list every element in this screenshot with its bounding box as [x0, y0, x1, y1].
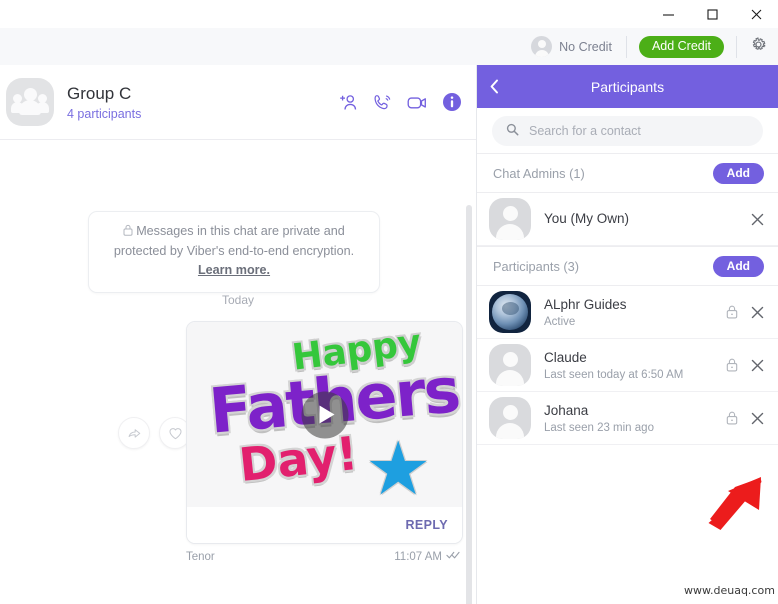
message-meta: Tenor 11:07 AM	[186, 550, 461, 563]
search-input[interactable]: Search for a contact	[492, 115, 763, 146]
section-header-participants: Participants (3) Add	[477, 246, 778, 286]
learn-more-link[interactable]: Learn more.	[198, 263, 270, 277]
maximize-button[interactable]	[690, 0, 734, 28]
participant-info: You (My Own)	[544, 210, 751, 228]
info-icon[interactable]	[442, 92, 462, 112]
chat-header: Group C 4 participants	[0, 65, 476, 140]
gif-text-day: Day!	[236, 425, 361, 493]
row-actions	[751, 213, 764, 226]
chat-title-block: Group C 4 participants	[67, 83, 338, 121]
avatar	[489, 198, 531, 240]
viber-desktop-window: No Credit Add Credit Group C 4 participa…	[0, 0, 778, 604]
star-glyph: ★	[365, 427, 432, 507]
chevron-left-icon[interactable]	[489, 65, 500, 108]
avatar	[489, 291, 531, 333]
lock-icon[interactable]	[726, 411, 738, 425]
watermark: www.deuaq.com	[684, 584, 775, 597]
close-button[interactable]	[734, 0, 778, 28]
day-separator: Today	[221, 293, 255, 307]
participant-info: Claude Last seen today at 6:50 AM	[544, 349, 726, 381]
close-icon[interactable]	[751, 412, 764, 425]
credit-group: No Credit Add Credit	[531, 28, 778, 65]
credit-status[interactable]: No Credit	[531, 35, 627, 58]
participant-info: Johana Last seen 23 min ago	[544, 402, 726, 434]
message-reactions	[118, 417, 191, 449]
settings-button[interactable]	[736, 35, 767, 58]
add-participant-button[interactable]: Add	[712, 255, 764, 277]
credit-bar: No Credit Add Credit	[0, 28, 778, 66]
lock-icon[interactable]	[726, 358, 738, 372]
list-item[interactable]: Johana Last seen 23 min ago	[477, 392, 778, 445]
participant-name: Johana	[544, 403, 589, 419]
forward-icon[interactable]	[118, 417, 150, 449]
close-icon[interactable]	[751, 306, 764, 319]
play-icon[interactable]	[301, 391, 348, 438]
close-icon[interactable]	[751, 359, 764, 372]
read-receipt-icon	[446, 550, 461, 563]
message-time-group: 11:07 AM	[394, 550, 461, 563]
panel-title: Participants	[590, 78, 665, 95]
avatar	[489, 397, 531, 439]
participant-name: Claude	[544, 350, 587, 366]
list-item[interactable]: ALphr Guides Active	[477, 286, 778, 339]
message-time: 11:07 AM	[394, 550, 442, 563]
credit-status-label: No Credit	[559, 39, 612, 54]
search-row: Search for a contact	[477, 108, 778, 153]
participant-status: Active	[544, 315, 576, 328]
row-actions	[726, 305, 764, 319]
gif-preview[interactable]: Fathers Happy ★ Day!	[187, 322, 462, 507]
participant-name: ALphr Guides	[544, 297, 627, 313]
chat-scrollbar[interactable]	[466, 205, 472, 604]
avatar	[489, 344, 531, 386]
participants-count[interactable]: 4 participants	[67, 107, 338, 121]
row-actions	[726, 358, 764, 372]
section-header-chat-admins: Chat Admins (1) Add	[477, 153, 778, 193]
lock-icon[interactable]	[726, 305, 738, 319]
video-call-icon[interactable]	[406, 91, 429, 114]
participants-panel: Participants Search for a contact Chat A…	[477, 65, 778, 604]
message-bubble[interactable]: Fathers Happy ★ Day! REPLY	[186, 321, 463, 544]
message-source: Tenor	[186, 550, 215, 563]
gear-icon	[750, 36, 767, 58]
encryption-notice: Messages in this chat are private and pr…	[88, 211, 380, 294]
avatar	[531, 36, 553, 57]
encryption-text: Messages in this chat are private and pr…	[113, 224, 355, 259]
row-actions	[726, 411, 764, 425]
chat-header-actions	[338, 91, 462, 114]
search-icon	[506, 123, 519, 139]
window-title-bar	[0, 0, 778, 29]
close-icon[interactable]	[751, 213, 764, 226]
add-credit-button[interactable]: Add Credit	[638, 35, 724, 58]
participant-name: You (My Own)	[544, 211, 630, 227]
participant-info: ALphr Guides Active	[544, 296, 726, 328]
list-item[interactable]: Claude Last seen today at 6:50 AM	[477, 339, 778, 392]
participant-status: Last seen 23 min ago	[544, 421, 654, 434]
add-admin-button[interactable]: Add	[712, 162, 764, 184]
chat-panel: Group C 4 participants Messages in this …	[0, 65, 477, 604]
reply-button[interactable]: REPLY	[405, 518, 448, 532]
participant-status: Last seen today at 6:50 AM	[544, 368, 684, 381]
group-name: Group C	[67, 83, 132, 103]
section-label: Chat Admins (1)	[493, 165, 585, 181]
section-label: Participants (3)	[493, 258, 580, 274]
reply-bar: REPLY	[187, 507, 462, 543]
voice-call-icon[interactable]	[372, 92, 393, 113]
search-placeholder: Search for a contact	[529, 123, 641, 138]
group-avatar	[6, 78, 54, 126]
add-participant-icon[interactable]	[338, 92, 359, 113]
lock-icon	[123, 223, 133, 242]
participants-panel-header: Participants	[477, 65, 778, 108]
minimize-button[interactable]	[646, 0, 690, 28]
list-item[interactable]: You (My Own)	[477, 193, 778, 246]
